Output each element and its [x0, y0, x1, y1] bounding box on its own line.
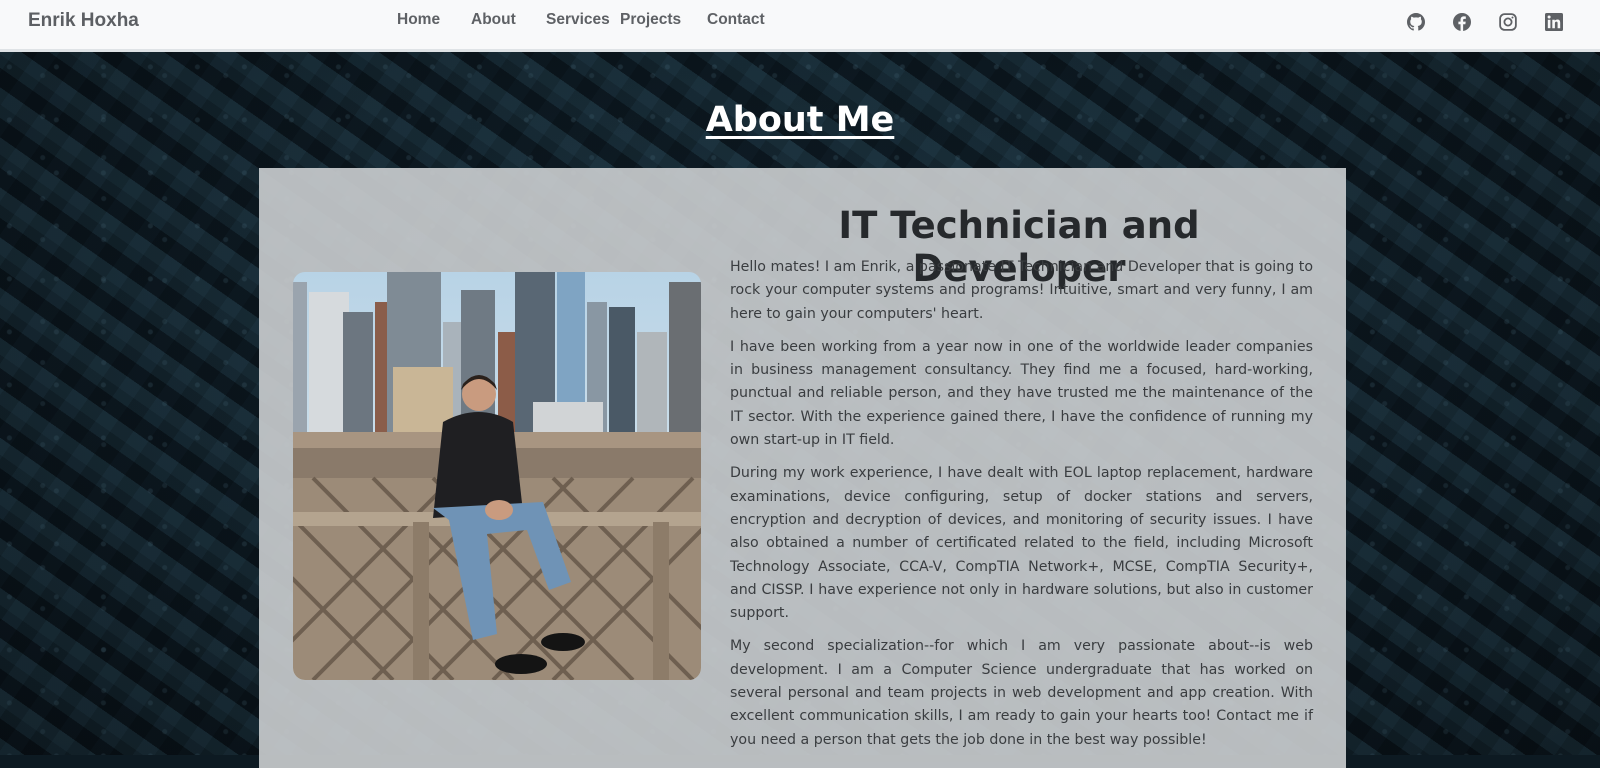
bio-text: Hello mates! I am Enrik, a passionate IT… [730, 256, 1313, 762]
facebook-icon[interactable] [1453, 13, 1471, 31]
navbar: Enrik Hoxha Home About Services Projects… [0, 0, 1600, 52]
about-card: IT Technician and Developer Hello mates!… [259, 168, 1346, 768]
profile-photo [293, 272, 701, 680]
nav-link-about[interactable]: About [471, 11, 516, 29]
nav-link-services[interactable]: Services [546, 11, 610, 29]
bio-paragraph: My second specialization--for which I am… [730, 638, 1313, 748]
bio-paragraph: I have been working from a year now in o… [730, 338, 1313, 449]
nav-link-contact[interactable]: Contact [707, 11, 765, 29]
bio-paragraph: During my work experience, I have dealt … [730, 465, 1313, 622]
instagram-icon[interactable] [1499, 13, 1517, 31]
nav-link-projects[interactable]: Projects [620, 11, 681, 29]
section-title: About Me [705, 100, 895, 140]
brand-logo[interactable]: Enrik Hoxha [28, 10, 139, 32]
github-icon[interactable] [1407, 13, 1425, 31]
nav-link-home[interactable]: Home [397, 11, 440, 29]
linkedin-icon[interactable] [1545, 13, 1563, 31]
bio-paragraph: Hello mates! I am Enrik, a passionate IT… [730, 259, 1313, 322]
